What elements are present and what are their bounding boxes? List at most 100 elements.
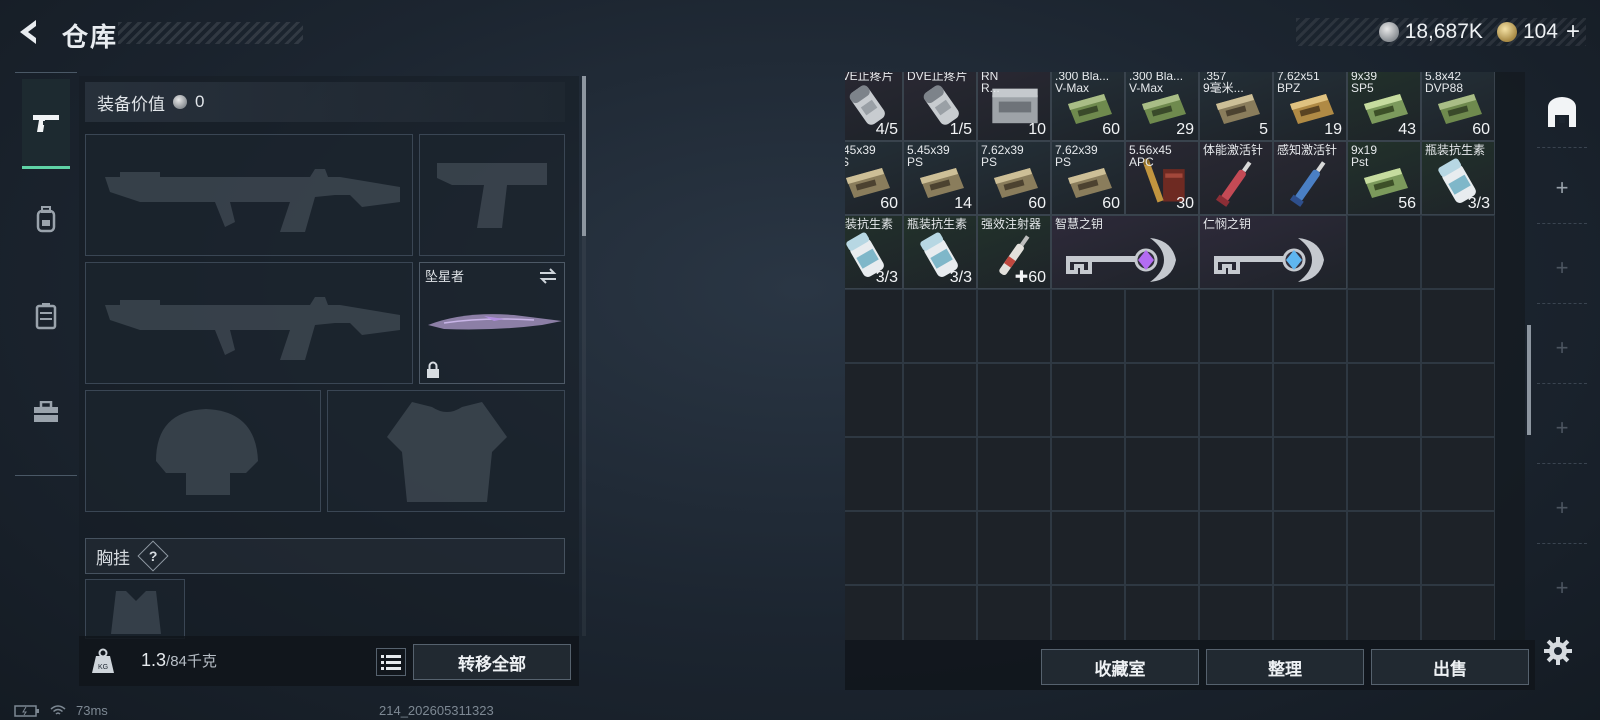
storage-cell[interactable]	[1421, 289, 1495, 363]
storage-item[interactable]: 智慧之钥	[1051, 215, 1199, 289]
chest-rig-slot[interactable]	[85, 579, 185, 639]
storage-cell[interactable]	[1273, 585, 1347, 640]
storage-cell[interactable]	[1051, 585, 1125, 640]
storage-item[interactable]: .300 Bla... V-Max 60	[1051, 72, 1125, 141]
storage-cell[interactable]	[1125, 363, 1199, 437]
body-armor-slot[interactable]	[327, 390, 565, 512]
storage-page-slot[interactable]: +	[1537, 232, 1587, 304]
add-currency-icon[interactable]: +	[1566, 18, 1580, 46]
storage-item[interactable]: DVE止疼片 1/5	[903, 72, 977, 141]
tab-backpack[interactable]	[22, 175, 70, 265]
storage-cell[interactable]	[1421, 363, 1495, 437]
storage-cell[interactable]	[1051, 437, 1125, 511]
storage-item[interactable]: 5.45x39 PS 14	[903, 141, 977, 215]
storage-item[interactable]: RN R... 10	[977, 72, 1051, 141]
storage-page-slot[interactable]: +	[1537, 392, 1587, 464]
tab-toolbox[interactable]	[22, 367, 70, 457]
storage-cell[interactable]	[903, 289, 977, 363]
storage-cell[interactable]	[1273, 511, 1347, 585]
collection-room-button[interactable]: 收藏室	[1041, 649, 1199, 685]
storage-page-main[interactable]	[1537, 76, 1587, 148]
gold-currency[interactable]: 104 +	[1496, 18, 1580, 46]
storage-cell[interactable]	[1347, 363, 1421, 437]
storage-item[interactable]: 9x39 SP5 43	[1347, 72, 1421, 141]
helmet-slot[interactable]	[85, 390, 321, 512]
primary-weapon-slot-1[interactable]	[85, 134, 413, 256]
storage-cell[interactable]	[1051, 511, 1125, 585]
storage-cell[interactable]	[1125, 585, 1199, 640]
storage-cell[interactable]	[1421, 215, 1495, 289]
storage-cell[interactable]	[1347, 437, 1421, 511]
storage-cell[interactable]	[1125, 289, 1199, 363]
storage-cell[interactable]	[1273, 437, 1347, 511]
storage-cell[interactable]	[1421, 437, 1495, 511]
storage-cell[interactable]	[903, 585, 977, 640]
storage-cell[interactable]	[1199, 363, 1273, 437]
storage-cell[interactable]	[977, 585, 1051, 640]
melee-slot[interactable]: 坠星者	[419, 262, 565, 384]
storage-cell[interactable]	[845, 363, 903, 437]
swap-icon[interactable]	[538, 268, 558, 284]
storage-cell[interactable]	[1347, 585, 1421, 640]
storage-cell[interactable]	[845, 289, 903, 363]
storage-item[interactable]: 9x19 Pst 56	[1347, 141, 1421, 215]
storage-cell[interactable]	[1421, 585, 1495, 640]
storage-cell[interactable]	[845, 585, 903, 640]
storage-scrollbar[interactable]	[1527, 325, 1531, 435]
list-view-button[interactable]	[376, 648, 406, 676]
transfer-all-button[interactable]: 转移全部	[413, 644, 571, 680]
storage-cell[interactable]	[1347, 289, 1421, 363]
storage-cell[interactable]	[1273, 289, 1347, 363]
storage-cell[interactable]	[903, 437, 977, 511]
storage-item[interactable]: 瓶装抗生素 3/3	[903, 215, 977, 289]
storage-cell[interactable]	[977, 511, 1051, 585]
primary-weapon-slot-2[interactable]	[85, 262, 413, 384]
storage-cell[interactable]	[1273, 363, 1347, 437]
storage-item[interactable]: DVE止疼片 4/5	[845, 72, 903, 141]
storage-item[interactable]: 瓶装抗生素 3/3	[1421, 141, 1495, 215]
storage-cell[interactable]	[845, 437, 903, 511]
storage-cell[interactable]	[977, 363, 1051, 437]
storage-item[interactable]: .300 Bla... V-Max 29	[1125, 72, 1199, 141]
sell-button[interactable]: 出售	[1371, 649, 1529, 685]
storage-item[interactable]: 5.8x42 DVP88 60	[1421, 72, 1495, 141]
storage-cell[interactable]	[1199, 437, 1273, 511]
storage-item[interactable]: 7.62x51 BPZ 19	[1273, 72, 1347, 141]
storage-cell[interactable]	[903, 511, 977, 585]
storage-page-slot[interactable]: +	[1537, 312, 1587, 384]
storage-item[interactable]: 7.62x39 PS 60	[1051, 141, 1125, 215]
storage-cell[interactable]	[1421, 511, 1495, 585]
storage-cell[interactable]	[1051, 363, 1125, 437]
storage-cell[interactable]	[1199, 585, 1273, 640]
storage-item[interactable]: 瓶装抗生素 3/3	[845, 215, 903, 289]
sort-button[interactable]: 整理	[1206, 649, 1364, 685]
storage-cell[interactable]	[1125, 511, 1199, 585]
storage-cell[interactable]	[1125, 437, 1199, 511]
pistol-slot[interactable]	[419, 134, 565, 256]
storage-item[interactable]: 5.56x45 APC 30	[1125, 141, 1199, 215]
help-icon[interactable]: ?	[137, 540, 169, 572]
add-storage-page-button[interactable]: +	[1537, 152, 1587, 224]
settings-button[interactable]	[1543, 636, 1573, 666]
tab-weapons[interactable]	[22, 79, 70, 169]
equipment-scrollbar-thumb[interactable]	[582, 76, 586, 236]
storage-page-slot[interactable]: +	[1537, 552, 1587, 624]
storage-cell[interactable]	[1199, 511, 1273, 585]
storage-item[interactable]: 5.45x39PS 60	[845, 141, 903, 215]
storage-item[interactable]: 7.62x39 PS 60	[977, 141, 1051, 215]
storage-item[interactable]: 仁悯之钥	[1199, 215, 1347, 289]
storage-cell[interactable]	[1347, 511, 1421, 585]
storage-page-slot[interactable]: +	[1537, 472, 1587, 544]
storage-item[interactable]: 体能激活针	[1199, 141, 1273, 215]
storage-cell[interactable]	[845, 511, 903, 585]
back-button[interactable]	[14, 16, 46, 48]
storage-cell[interactable]	[903, 363, 977, 437]
storage-item[interactable]: .357 9毫米... 5	[1199, 72, 1273, 141]
storage-cell[interactable]	[1051, 289, 1125, 363]
storage-cell[interactable]	[1347, 215, 1421, 289]
storage-cell[interactable]	[977, 289, 1051, 363]
tab-vest[interactable]	[22, 271, 70, 361]
storage-cell[interactable]	[1199, 289, 1273, 363]
storage-item[interactable]: 强效注射器 ✚60	[977, 215, 1051, 289]
storage-item[interactable]: 感知激活针	[1273, 141, 1347, 215]
